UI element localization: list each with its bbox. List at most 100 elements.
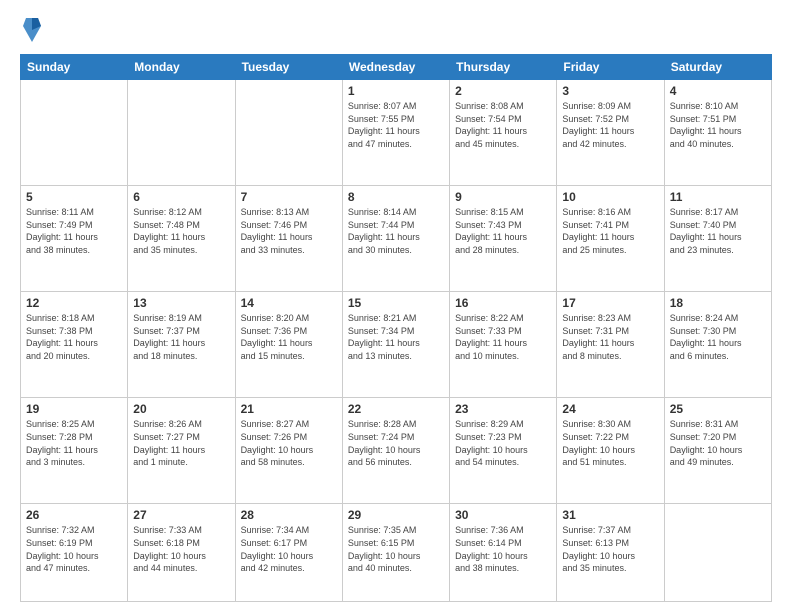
calendar-table: SundayMondayTuesdayWednesdayThursdayFrid… bbox=[20, 54, 772, 602]
calendar-day-29: 29Sunrise: 7:35 AM Sunset: 6:15 PM Dayli… bbox=[342, 504, 449, 602]
calendar-day-22: 22 Sunrise: 8:28 AM Sunset: 7:24 PM Dayli… bbox=[342, 398, 449, 504]
col-header-tuesday: Tuesday bbox=[235, 55, 342, 80]
col-header-saturday: Saturday bbox=[664, 55, 771, 80]
day-info: Sunrise: 8:15 AM Sunset: 7:43 PM Dayligh… bbox=[455, 206, 551, 256]
day-info: Sunrise: 8:13 AM Sunset: 7:46 PM Dayligh… bbox=[241, 206, 337, 256]
day-number: 9 bbox=[455, 190, 551, 204]
day-info: Sunrise: 8:19 AM Sunset: 7:37 PM Dayligh… bbox=[133, 312, 229, 362]
day-info: Sunrise: 7:33 AM Sunset: 6:18 PM Dayligh… bbox=[133, 524, 229, 574]
calendar-day-1: 1 Sunrise: 8:07 AM Sunset: 7:55 PM Daylig… bbox=[342, 80, 449, 186]
calendar-day-9: 9 Sunrise: 8:15 AM Sunset: 7:43 PM Daylig… bbox=[450, 186, 557, 292]
calendar-day-13: 13 Sunrise: 8:19 AM Sunset: 7:37 PM Dayli… bbox=[128, 292, 235, 398]
day-number: 7 bbox=[241, 190, 337, 204]
day-info: Sunrise: 8:10 AM Sunset: 7:51 PM Dayligh… bbox=[670, 100, 766, 150]
day-info: Sunrise: 8:16 AM Sunset: 7:41 PM Dayligh… bbox=[562, 206, 658, 256]
day-info: Sunrise: 8:22 AM Sunset: 7:33 PM Dayligh… bbox=[455, 312, 551, 362]
calendar-day-27: 27 Sunrise: 7:33 AM Sunset: 6:18 PM Dayli… bbox=[128, 504, 235, 602]
day-number: 27 bbox=[133, 508, 229, 522]
day-number: 26 bbox=[26, 508, 122, 522]
calendar-day-28: 28Sunrise: 7:34 AM Sunset: 6:17 PM Dayli… bbox=[235, 504, 342, 602]
logo bbox=[20, 16, 44, 44]
day-info: Sunrise: 8:20 AM Sunset: 7:36 PM Dayligh… bbox=[241, 312, 337, 362]
day-number: 14 bbox=[241, 296, 337, 310]
day-number: 31 bbox=[562, 508, 658, 522]
calendar-week-2: 5 Sunrise: 8:11 AM Sunset: 7:49 PM Daylig… bbox=[21, 186, 772, 292]
day-number: 30 bbox=[455, 508, 551, 522]
calendar-day-30: 30 Sunrise: 7:36 AM Sunset: 6:14 PM Dayli… bbox=[450, 504, 557, 602]
day-number: 21 bbox=[241, 402, 337, 416]
calendar-day-19: 19 Sunrise: 8:25 AM Sunset: 7:28 PM Dayli… bbox=[21, 398, 128, 504]
calendar-day-12: 12 Sunrise: 8:18 AM Sunset: 7:38 PM Dayli… bbox=[21, 292, 128, 398]
day-info: Sunrise: 8:31 AM Sunset: 7:20 PM Dayligh… bbox=[670, 418, 766, 468]
day-info: Sunrise: 8:23 AM Sunset: 7:31 PM Dayligh… bbox=[562, 312, 658, 362]
calendar-day-10: 10 Sunrise: 8:16 AM Sunset: 7:41 PM Dayli… bbox=[557, 186, 664, 292]
calendar-day-16: 16 Sunrise: 8:22 AM Sunset: 7:33 PM Dayli… bbox=[450, 292, 557, 398]
col-header-friday: Friday bbox=[557, 55, 664, 80]
day-info: Sunrise: 8:30 AM Sunset: 7:22 PM Dayligh… bbox=[562, 418, 658, 468]
calendar-week-4: 19 Sunrise: 8:25 AM Sunset: 7:28 PM Dayli… bbox=[21, 398, 772, 504]
day-number: 19 bbox=[26, 402, 122, 416]
day-number: 20 bbox=[133, 402, 229, 416]
calendar-week-5: 26Sunrise: 7:32 AM Sunset: 6:19 PM Dayli… bbox=[21, 504, 772, 602]
day-info: Sunrise: 7:36 AM Sunset: 6:14 PM Dayligh… bbox=[455, 524, 551, 574]
calendar-day-2: 2 Sunrise: 8:08 AM Sunset: 7:54 PM Daylig… bbox=[450, 80, 557, 186]
day-number: 12 bbox=[26, 296, 122, 310]
day-number: 4 bbox=[670, 84, 766, 98]
calendar-day-7: 7 Sunrise: 8:13 AM Sunset: 7:46 PM Daylig… bbox=[235, 186, 342, 292]
day-number: 18 bbox=[670, 296, 766, 310]
day-number: 10 bbox=[562, 190, 658, 204]
calendar-day-4: 4 Sunrise: 8:10 AM Sunset: 7:51 PM Daylig… bbox=[664, 80, 771, 186]
day-number: 29 bbox=[348, 508, 444, 522]
day-number: 13 bbox=[133, 296, 229, 310]
day-info: Sunrise: 8:26 AM Sunset: 7:27 PM Dayligh… bbox=[133, 418, 229, 468]
day-info: Sunrise: 8:21 AM Sunset: 7:34 PM Dayligh… bbox=[348, 312, 444, 362]
calendar-week-3: 12 Sunrise: 8:18 AM Sunset: 7:38 PM Dayli… bbox=[21, 292, 772, 398]
col-header-thursday: Thursday bbox=[450, 55, 557, 80]
day-number: 25 bbox=[670, 402, 766, 416]
day-number: 24 bbox=[562, 402, 658, 416]
day-info: Sunrise: 8:18 AM Sunset: 7:38 PM Dayligh… bbox=[26, 312, 122, 362]
day-info: Sunrise: 7:37 AM Sunset: 6:13 PM Dayligh… bbox=[562, 524, 658, 574]
calendar-day-5: 5 Sunrise: 8:11 AM Sunset: 7:49 PM Daylig… bbox=[21, 186, 128, 292]
day-info: Sunrise: 8:09 AM Sunset: 7:52 PM Dayligh… bbox=[562, 100, 658, 150]
calendar-day-6: 6 Sunrise: 8:12 AM Sunset: 7:48 PM Daylig… bbox=[128, 186, 235, 292]
calendar-day-17: 17 Sunrise: 8:23 AM Sunset: 7:31 PM Dayli… bbox=[557, 292, 664, 398]
day-number: 22 bbox=[348, 402, 444, 416]
day-number: 11 bbox=[670, 190, 766, 204]
day-info: Sunrise: 8:12 AM Sunset: 7:48 PM Dayligh… bbox=[133, 206, 229, 256]
calendar-day-24: 24 Sunrise: 8:30 AM Sunset: 7:22 PM Dayli… bbox=[557, 398, 664, 504]
calendar-day-14: 14 Sunrise: 8:20 AM Sunset: 7:36 PM Dayli… bbox=[235, 292, 342, 398]
calendar-day-3: 3 Sunrise: 8:09 AM Sunset: 7:52 PM Daylig… bbox=[557, 80, 664, 186]
day-info: Sunrise: 8:29 AM Sunset: 7:23 PM Dayligh… bbox=[455, 418, 551, 468]
day-number: 15 bbox=[348, 296, 444, 310]
day-info: Sunrise: 8:28 AM Sunset: 7:24 PM Dayligh… bbox=[348, 418, 444, 468]
day-number: 17 bbox=[562, 296, 658, 310]
calendar-day-31: 31 Sunrise: 7:37 AM Sunset: 6:13 PM Dayli… bbox=[557, 504, 664, 602]
day-number: 23 bbox=[455, 402, 551, 416]
calendar-day-15: 15 Sunrise: 8:21 AM Sunset: 7:34 PM Dayli… bbox=[342, 292, 449, 398]
day-number: 16 bbox=[455, 296, 551, 310]
calendar-day-21: 21 Sunrise: 8:27 AM Sunset: 7:26 PM Dayli… bbox=[235, 398, 342, 504]
empty-day bbox=[128, 80, 235, 186]
day-info: Sunrise: 8:27 AM Sunset: 7:26 PM Dayligh… bbox=[241, 418, 337, 468]
calendar-week-1: 1 Sunrise: 8:07 AM Sunset: 7:55 PM Daylig… bbox=[21, 80, 772, 186]
calendar-day-18: 18Sunrise: 8:24 AM Sunset: 7:30 PM Dayli… bbox=[664, 292, 771, 398]
day-number: 2 bbox=[455, 84, 551, 98]
empty-day bbox=[21, 80, 128, 186]
day-info: Sunrise: 8:07 AM Sunset: 7:55 PM Dayligh… bbox=[348, 100, 444, 150]
calendar-day-25: 25 Sunrise: 8:31 AM Sunset: 7:20 PM Dayli… bbox=[664, 398, 771, 504]
day-number: 5 bbox=[26, 190, 122, 204]
day-number: 8 bbox=[348, 190, 444, 204]
day-number: 6 bbox=[133, 190, 229, 204]
day-info: Sunrise: 8:08 AM Sunset: 7:54 PM Dayligh… bbox=[455, 100, 551, 150]
day-number: 28 bbox=[241, 508, 337, 522]
col-header-monday: Monday bbox=[128, 55, 235, 80]
day-info: Sunrise: 8:25 AM Sunset: 7:28 PM Dayligh… bbox=[26, 418, 122, 468]
empty-day bbox=[664, 504, 771, 602]
calendar-day-8: 8Sunrise: 8:14 AM Sunset: 7:44 PM Daylig… bbox=[342, 186, 449, 292]
day-number: 1 bbox=[348, 84, 444, 98]
day-info: Sunrise: 8:11 AM Sunset: 7:49 PM Dayligh… bbox=[26, 206, 122, 256]
page: SundayMondayTuesdayWednesdayThursdayFrid… bbox=[0, 0, 792, 612]
col-header-sunday: Sunday bbox=[21, 55, 128, 80]
day-number: 3 bbox=[562, 84, 658, 98]
